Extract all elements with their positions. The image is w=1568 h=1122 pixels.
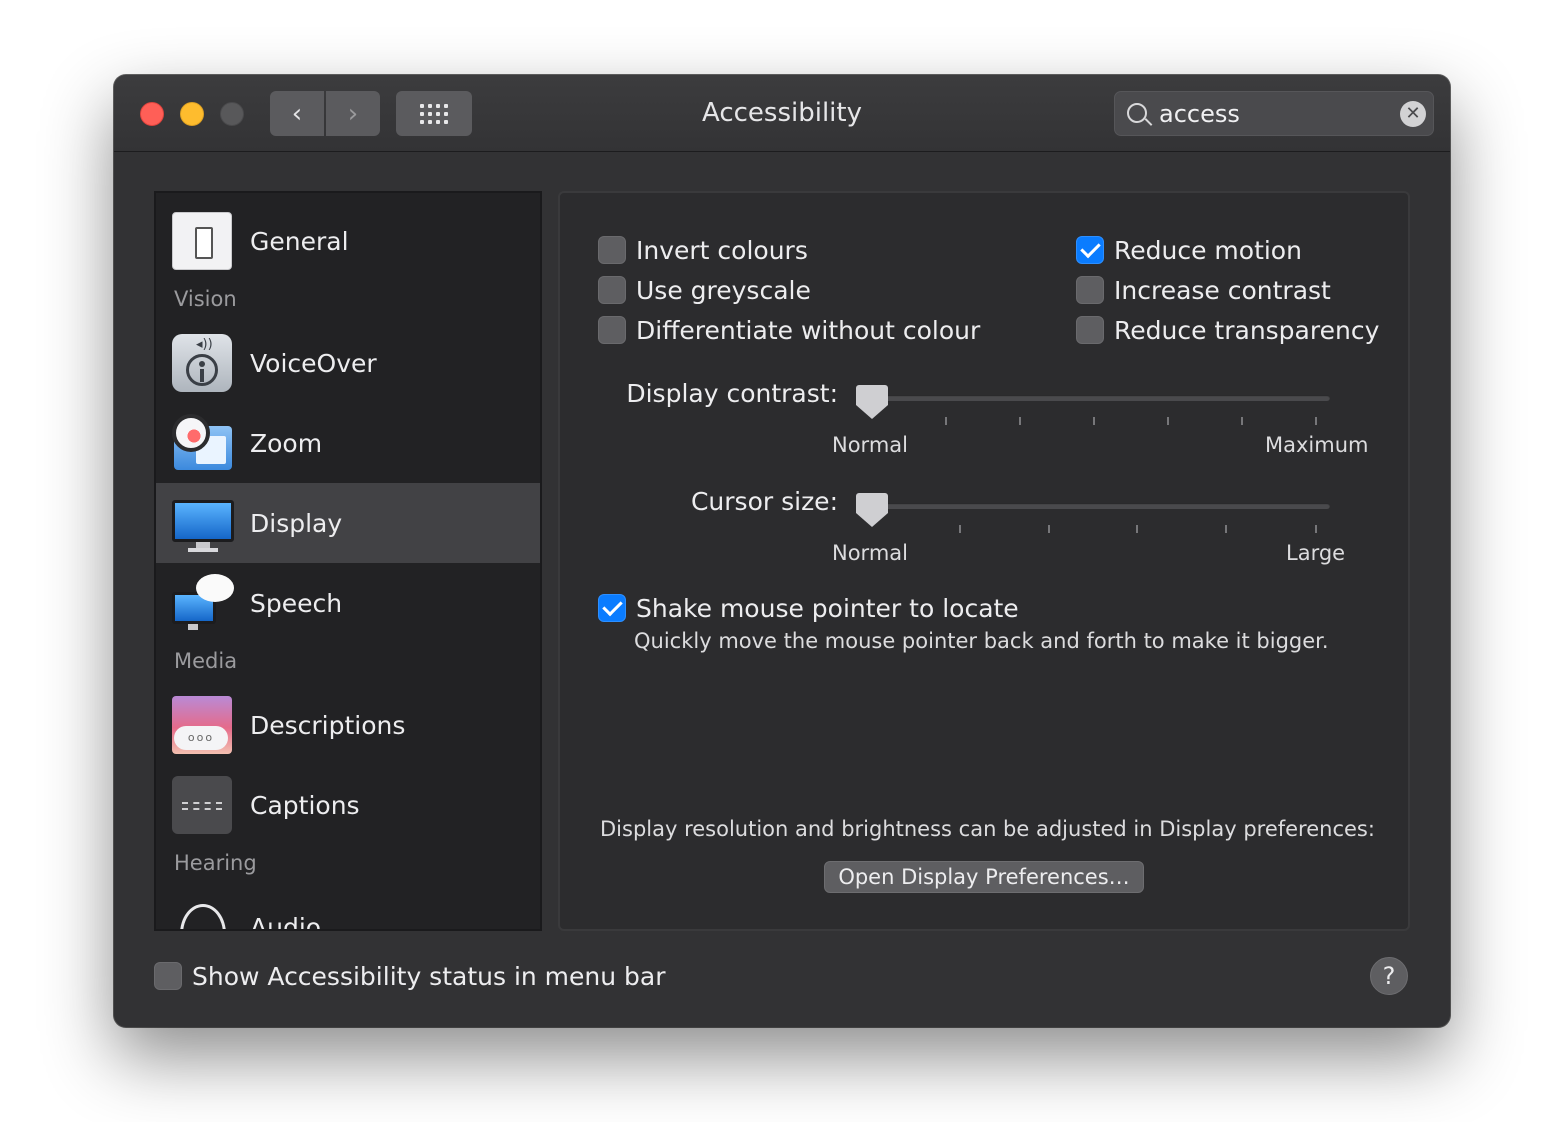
sidebar-item-label: Speech <box>250 588 343 618</box>
speech-bubble-icon: ooo <box>174 726 228 750</box>
display-contrast-track[interactable] <box>856 395 1330 401</box>
shake-description: Quickly move the mouse pointer back and … <box>634 629 1329 653</box>
sidebar-item-descriptions[interactable]: ooo Descriptions <box>156 685 540 765</box>
zoom-window-button[interactable] <box>220 102 244 126</box>
reduce-transparency-checkbox[interactable]: Reduce transparency <box>1076 313 1379 347</box>
help-button[interactable]: ? <box>1370 957 1408 995</box>
differentiate-without-colour-checkbox[interactable]: Differentiate without colour <box>598 313 980 347</box>
accessibility-window: ‹ › Accessibility ✕ General Vision ◂)) <box>114 75 1450 1027</box>
sidebar-header-hearing: Hearing <box>174 851 257 875</box>
sidebar-item-zoom[interactable]: Zoom <box>156 403 540 483</box>
checkbox-label: Differentiate without colour <box>636 315 981 345</box>
sidebar-item-label: Display <box>250 508 343 538</box>
invert-colours-checkbox[interactable]: Invert colours <box>598 233 808 267</box>
sidebar-item-audio[interactable]: Audio <box>156 887 540 931</box>
speech-icon <box>172 574 234 632</box>
zoom-icon <box>172 414 232 472</box>
grid-icon <box>420 103 448 124</box>
increase-contrast-checkbox[interactable]: Increase contrast <box>1076 273 1331 307</box>
close-window-button[interactable] <box>140 102 164 126</box>
sidebar-item-label: Audio <box>250 912 322 931</box>
display-panel: Invert colours Use greyscale Differentia… <box>558 191 1410 931</box>
tick <box>1167 417 1169 425</box>
checkbox-label: Reduce motion <box>1114 235 1302 265</box>
captions-icon <box>172 776 232 834</box>
reduce-motion-checkbox[interactable]: Reduce motion <box>1076 233 1302 267</box>
cursor-size-label: Cursor size: <box>690 487 838 516</box>
search-icon <box>1127 103 1147 123</box>
descriptions-icon: ooo <box>172 696 232 754</box>
show-all-button[interactable] <box>396 91 472 136</box>
checkbox-box[interactable] <box>1076 276 1104 304</box>
sidebar-item-label: VoiceOver <box>250 348 377 378</box>
back-button[interactable]: ‹ <box>270 91 324 136</box>
search-input[interactable] <box>1159 96 1389 132</box>
show-status-menu-bar-checkbox[interactable]: Show Accessibility status in menu bar <box>154 959 666 993</box>
cursor-min-label: Normal <box>832 541 908 565</box>
sidebar-item-label: Descriptions <box>250 710 406 740</box>
checkbox-label: Invert colours <box>636 235 808 265</box>
sidebar-item-captions[interactable]: Captions <box>156 765 540 845</box>
sidebar-item-speech[interactable]: Speech <box>156 563 540 643</box>
chevron-right-icon: › <box>347 98 359 129</box>
tick <box>1048 525 1050 533</box>
tick <box>945 417 947 425</box>
tick <box>1315 525 1317 533</box>
open-display-preferences-button[interactable]: Open Display Preferences… <box>824 861 1144 893</box>
checkbox-box[interactable] <box>598 236 626 264</box>
cursor-size-track[interactable] <box>856 503 1330 509</box>
checkbox-label: Use greyscale <box>636 275 811 305</box>
tick <box>1315 417 1317 425</box>
cursor-size-thumb[interactable] <box>856 493 888 529</box>
contrast-min-label: Normal <box>832 433 908 457</box>
sidebar-item-general[interactable]: General <box>156 201 540 281</box>
clear-search-icon[interactable]: ✕ <box>1400 101 1426 127</box>
tick <box>1093 417 1095 425</box>
shake-pointer-checkbox[interactable]: Shake mouse pointer to locate <box>598 591 1019 625</box>
sidebar-item-voiceover[interactable]: ◂)) VoiceOver <box>156 323 540 403</box>
tick <box>1241 417 1243 425</box>
display-contrast-thumb[interactable] <box>856 385 888 421</box>
checkbox-label: Shake mouse pointer to locate <box>636 593 1019 623</box>
checkbox-box[interactable] <box>1076 236 1104 264</box>
checkbox-box[interactable] <box>1076 316 1104 344</box>
checkbox-box[interactable] <box>598 316 626 344</box>
tick <box>1019 417 1021 425</box>
general-icon <box>172 212 232 270</box>
checkbox-label: Increase contrast <box>1114 275 1331 305</box>
display-contrast-label: Display contrast: <box>626 379 838 408</box>
audio-icon <box>172 898 232 929</box>
minimize-window-button[interactable] <box>180 102 204 126</box>
sidebar-header-vision: Vision <box>174 287 237 311</box>
voiceover-icon: ◂)) <box>172 334 232 392</box>
sidebar-item-display[interactable]: Display <box>156 483 540 563</box>
sidebar-item-label: General <box>250 226 349 256</box>
checkbox-label: Show Accessibility status in menu bar <box>192 961 666 991</box>
chevron-left-icon: ‹ <box>291 98 303 129</box>
use-greyscale-checkbox[interactable]: Use greyscale <box>598 273 811 307</box>
tick <box>1136 525 1138 533</box>
checkbox-box[interactable] <box>154 962 182 990</box>
sidebar-item-label: Captions <box>250 790 360 820</box>
contrast-max-label: Maximum <box>1265 433 1369 457</box>
resolution-note: Display resolution and brightness can be… <box>600 817 1375 841</box>
checkbox-box[interactable] <box>598 594 626 622</box>
sidebar-item-label: Zoom <box>250 428 323 458</box>
checkbox-label: Reduce transparency <box>1114 315 1380 345</box>
tick <box>959 525 961 533</box>
sidebar: General Vision ◂)) VoiceOver Zoom Displa… <box>154 191 542 931</box>
checkbox-box[interactable] <box>598 276 626 304</box>
cursor-max-label: Large <box>1286 541 1346 565</box>
title-bar: ‹ › Accessibility ✕ <box>114 75 1450 152</box>
tick <box>1225 525 1227 533</box>
display-icon <box>172 494 234 552</box>
forward-button[interactable]: › <box>326 91 380 136</box>
sidebar-header-media: Media <box>174 649 238 673</box>
search-field[interactable]: ✕ <box>1114 91 1434 136</box>
